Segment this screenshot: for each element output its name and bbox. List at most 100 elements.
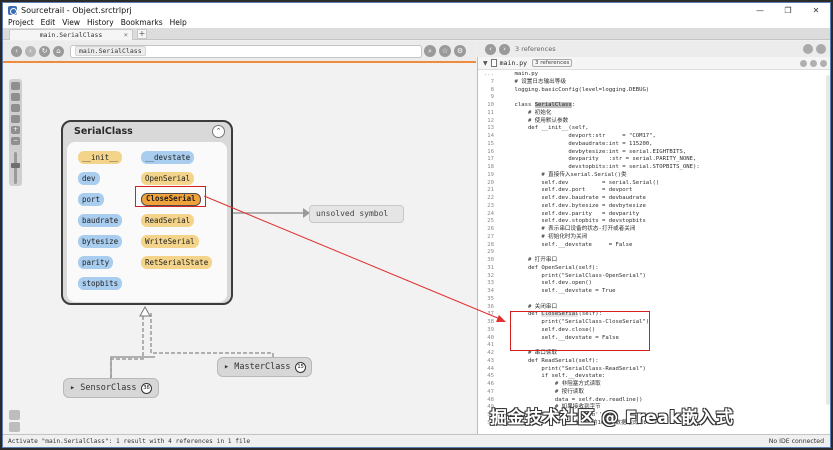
menu-project[interactable]: Project bbox=[8, 18, 34, 27]
file-collapse-caret-icon[interactable]: ▼ bbox=[483, 60, 488, 67]
graph-view[interactable]: + − SerialClass ⌃ __init__ dev port baud… bbox=[3, 63, 476, 433]
menu-view[interactable]: View bbox=[62, 18, 80, 27]
code-line[interactable]: 33 self.dev.open() bbox=[478, 280, 830, 288]
master-class-arrow-icon: ▸ bbox=[224, 362, 235, 372]
code-line[interactable]: 34 self.__devstate = True bbox=[478, 288, 830, 296]
refresh-button[interactable]: ↻ bbox=[39, 45, 50, 57]
file-header[interactable]: ▼ main.py 3 references bbox=[478, 57, 830, 70]
member-baudrate[interactable]: baudrate bbox=[78, 214, 123, 227]
class-node-title[interactable]: SerialClass bbox=[74, 126, 133, 137]
code-line[interactable]: 25 self.dev.stopbits = devstopbits bbox=[478, 218, 830, 226]
code-line[interactable]: 46 # 非阻塞方式读取 bbox=[478, 381, 830, 389]
code-line[interactable]: 13 def __init__(self, bbox=[478, 125, 830, 133]
code-line[interactable]: 8 logging.basicConfig(level=logging.DEBU… bbox=[478, 87, 830, 95]
home-button[interactable]: ⌂ bbox=[53, 45, 64, 57]
snippet-mode-icon[interactable] bbox=[803, 44, 813, 54]
code-line[interactable]: 45 if self.__devstate: bbox=[478, 373, 830, 381]
line-number: 15 bbox=[487, 140, 494, 147]
code-next-reference-button[interactable]: › bbox=[499, 43, 510, 55]
settings-gear-icon[interactable]: ⚙ bbox=[454, 45, 466, 57]
add-tab-button[interactable]: + bbox=[137, 29, 147, 39]
code-line[interactable]: 18 devstopbits:int = serial.STOPBITS_ONE… bbox=[478, 164, 830, 172]
code-line[interactable]: 44 print("SerialClass-ReadSerial") bbox=[478, 366, 830, 374]
maximize-button[interactable]: ❐ bbox=[774, 3, 802, 17]
file-mode-icon[interactable] bbox=[816, 44, 826, 54]
member-stopbits[interactable]: stopbits bbox=[78, 277, 123, 290]
code-line[interactable]: 43 def ReadSerial(self): bbox=[478, 358, 830, 366]
code-prev-reference-button[interactable]: ‹ bbox=[485, 43, 496, 55]
code-line[interactable]: 27 # 初始化时为关闭 bbox=[478, 233, 830, 242]
code-line[interactable]: 20 self.dev = serial.Serial() bbox=[478, 180, 830, 188]
code-line[interactable]: 42 # 串口读取 bbox=[478, 350, 830, 358]
code-line[interactable]: 15 devbaudrate:int = 115200, bbox=[478, 140, 830, 149]
member-init[interactable]: __init__ bbox=[78, 151, 123, 164]
minimize-button[interactable]: — bbox=[746, 3, 774, 17]
line-number: 39 bbox=[487, 326, 494, 333]
menu-history[interactable]: History bbox=[87, 18, 114, 27]
code-text: devport:str = "COM17", bbox=[497, 133, 656, 141]
code-line[interactable]: 29 bbox=[478, 249, 830, 257]
menu-help[interactable]: Help bbox=[170, 18, 187, 27]
member-dev[interactable]: dev bbox=[78, 172, 100, 185]
code-fragment: # 按行读取 bbox=[501, 388, 584, 395]
line-number: 28 bbox=[487, 241, 494, 248]
collapse-chevron-up-icon[interactable]: ⌃ bbox=[212, 125, 225, 138]
code-line[interactable]: 32 print("SerialClass-OpenSerial") bbox=[478, 273, 830, 281]
code-line[interactable]: 35 bbox=[478, 296, 830, 304]
code-line[interactable]: 21 self.dev.port = devport bbox=[478, 187, 830, 195]
active-symbol-highlight[interactable]: SerialClass bbox=[534, 102, 572, 108]
unsolved-symbol-node[interactable]: unsolved symbol bbox=[309, 205, 404, 223]
member-readserial[interactable]: ReadSerial bbox=[141, 214, 195, 227]
code-line[interactable]: 24 self.dev.parity = devparity bbox=[478, 211, 830, 219]
search-token[interactable]: main.SerialClass bbox=[75, 46, 146, 56]
code-line[interactable]: 17 devparity :str = serial.PARITY_NONE, bbox=[478, 156, 830, 164]
code-line[interactable]: 30 # 打开串口 bbox=[478, 257, 830, 265]
search-input[interactable]: main.SerialClass bbox=[70, 44, 422, 58]
code-fragment: main.py bbox=[501, 71, 539, 77]
code-line[interactable]: ... main.py bbox=[478, 71, 830, 79]
code-line[interactable]: 10 class SerialClass: bbox=[478, 102, 830, 110]
forward-button[interactable]: › bbox=[25, 45, 36, 57]
code-line[interactable]: 47 # 按行读取 bbox=[478, 388, 830, 397]
member-bytesize[interactable]: bytesize bbox=[78, 235, 123, 248]
close-window-button[interactable]: ✕ bbox=[802, 3, 830, 17]
back-button[interactable]: ‹ bbox=[11, 45, 22, 57]
master-class-node[interactable]: ▸ MasterClass 15 bbox=[217, 357, 312, 377]
code-line[interactable]: 7 # 设置日志输出等级 bbox=[478, 79, 830, 87]
member-retserialstate[interactable]: RetSerialState bbox=[141, 256, 213, 269]
code-line[interactable]: 19 # 直接传入serial.Serial()类 bbox=[478, 172, 830, 180]
menu-edit[interactable]: Edit bbox=[41, 18, 56, 27]
bookmark-star-icon[interactable]: ☆ bbox=[439, 45, 451, 57]
code-fragment: # 初始化时为关闭 bbox=[501, 233, 588, 240]
menu-bookmarks[interactable]: Bookmarks bbox=[121, 18, 163, 27]
code-line[interactable]: 11 # 初始化 bbox=[478, 110, 830, 118]
code-line[interactable]: 16 devbytesize:int = serial.EIGHTBITS, bbox=[478, 149, 830, 157]
code-line[interactable]: 22 self.dev.baudrate = devbaudrate bbox=[478, 195, 830, 203]
code-line[interactable]: 9 bbox=[478, 94, 830, 102]
file-open-external-icon[interactable] bbox=[820, 59, 827, 67]
search-icon[interactable]: ⌕ bbox=[424, 45, 436, 57]
file-maximize-icon[interactable] bbox=[800, 59, 807, 67]
code-line[interactable]: 26 # 表示串口设备的状态-打开或者关闭 bbox=[478, 226, 830, 234]
member-openserial[interactable]: OpenSerial bbox=[141, 172, 195, 185]
code-text: devbytesize:int = serial.EIGHTBITS, bbox=[497, 149, 686, 157]
member-devstate[interactable]: __devstate bbox=[141, 151, 195, 164]
code-line[interactable]: 31 def OpenSerial(self): bbox=[478, 265, 830, 273]
code-text: def ReadSerial(self): bbox=[497, 358, 599, 366]
code-lines[interactable]: ... main.py 7 # 设置日志输出等级 8 logging.basicCo… bbox=[478, 71, 830, 428]
member-parity[interactable]: parity bbox=[78, 256, 114, 269]
tab-close-icon[interactable]: × bbox=[124, 31, 128, 39]
code-line[interactable]: 23 self.dev.bytesize = devbytesize bbox=[478, 203, 830, 211]
sensor-class-node[interactable]: ▸ SensorClass 36 bbox=[63, 378, 159, 398]
file-snippet-icon[interactable] bbox=[810, 59, 817, 67]
tab-main-serialclass[interactable]: main.SerialClass × bbox=[9, 29, 133, 40]
code-scrollbar[interactable] bbox=[826, 75, 830, 405]
code-line[interactable]: 28 self.__devstate = False bbox=[478, 241, 830, 250]
code-view[interactable]: ▼ main.py 3 references ... main.py 7 # 设置… bbox=[477, 57, 830, 434]
member-writeserial[interactable]: WriteSerial bbox=[141, 235, 199, 248]
code-line[interactable]: 12 # 使用默认参数 bbox=[478, 118, 830, 126]
code-line[interactable]: 14 devport:str = "COM17", bbox=[478, 133, 830, 141]
class-node-serialclass[interactable]: SerialClass ⌃ __init__ dev port baudrate… bbox=[61, 120, 233, 305]
member-port[interactable]: port bbox=[78, 193, 105, 206]
